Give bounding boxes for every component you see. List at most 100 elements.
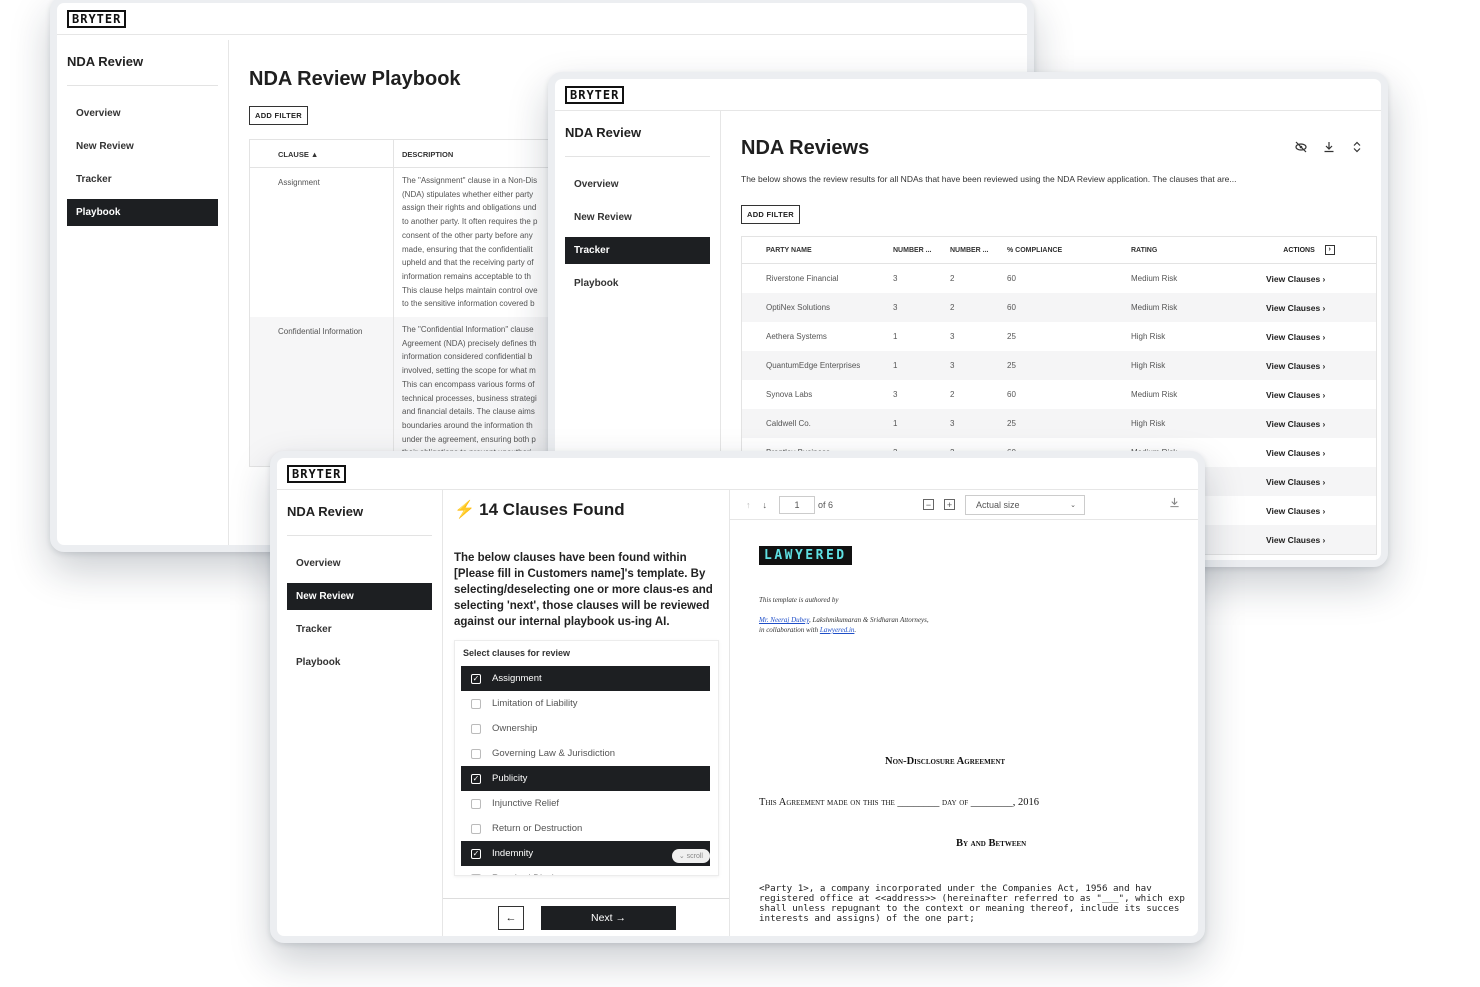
table-row[interactable]: Confidential Information The "Confidenti…: [250, 317, 578, 467]
author-link[interactable]: Mr. Neeraj Dubey: [759, 616, 809, 624]
party-paragraph: <Party 1>, a company incorporated under …: [759, 884, 1198, 924]
view-clauses-link[interactable]: View Clauses ›: [1242, 361, 1376, 371]
checkbox-checked-icon[interactable]: ✓: [471, 673, 481, 684]
col-party-name[interactable]: PARTY NAME: [742, 247, 885, 254]
nav-overview[interactable]: Overview: [565, 171, 710, 198]
nav-tracker[interactable]: Tracker: [565, 237, 710, 264]
top-bar: BRYTER: [555, 79, 1381, 111]
nav-new-review[interactable]: New Review: [67, 133, 218, 160]
checkbox-checked-icon[interactable]: ✓: [471, 773, 481, 784]
clause-option[interactable]: ✓ Assignment: [461, 666, 710, 691]
col-description[interactable]: DESCRIPTION: [394, 140, 453, 167]
col-compliance[interactable]: % COMPLIANCE: [999, 247, 1123, 254]
scroll-hint[interactable]: ⌄ scroll: [671, 849, 710, 863]
clause-option[interactable]: Limitation of Liability: [461, 691, 710, 716]
text-line: interests and assigns) of the one part;: [759, 913, 975, 924]
clause-option[interactable]: Return or Destruction: [461, 816, 710, 841]
view-clauses-link[interactable]: View Clauses ›: [1242, 332, 1376, 342]
zoom-select[interactable]: Actual size ⌄: [965, 494, 1086, 515]
checkbox-icon[interactable]: [471, 723, 481, 734]
lawyered-logo: LAWYERED: [759, 546, 852, 565]
clause-option[interactable]: Required Disclosure: [461, 866, 710, 875]
view-clauses-link[interactable]: View Clauses ›: [1242, 535, 1376, 545]
table-row[interactable]: Caldwell Co. 1 3 25 High Risk View Clauses ›: [742, 409, 1376, 438]
clause-selection-panel: ⚡ 14 Clauses Found The below clauses have…: [443, 490, 730, 936]
view-clauses-link[interactable]: View Clauses ›: [1242, 477, 1376, 487]
document-title: Non-Disclosure Agreement: [885, 756, 1006, 767]
nav-new-review[interactable]: New Review: [565, 204, 710, 231]
collab-text: in collaboration with: [759, 626, 820, 634]
checkbox-icon[interactable]: [471, 698, 481, 709]
zoom-in-icon[interactable]: +: [944, 499, 956, 510]
prev-page-icon[interactable]: ↑: [746, 500, 751, 510]
rating-cell: Medium Risk: [1131, 390, 1178, 399]
checkbox-icon[interactable]: [471, 873, 481, 875]
clause-option[interactable]: Injunctive Relief: [461, 791, 710, 816]
toolbar: [1295, 141, 1363, 156]
panel-toggle-icon[interactable]: ›: [1324, 245, 1335, 255]
zoom-out-icon[interactable]: −: [923, 499, 935, 510]
clause-label: Publicity: [492, 773, 528, 784]
clause-option[interactable]: ✓ Publicity: [461, 766, 710, 791]
nav-new-review[interactable]: New Review: [287, 583, 432, 610]
rating-cell: High Risk: [1131, 361, 1166, 370]
number-2-cell: 2: [950, 274, 955, 283]
next-button[interactable]: Next →: [541, 905, 676, 930]
nav-tracker[interactable]: Tracker: [287, 616, 432, 643]
number-2-cell: 3: [950, 419, 955, 428]
view-clauses-link[interactable]: View Clauses ›: [1242, 419, 1376, 429]
download-icon[interactable]: [1169, 497, 1180, 510]
table-header: PARTY NAME NUMBER ... NUMBER ... % COMPL…: [742, 237, 1376, 264]
expand-icon[interactable]: [1351, 141, 1363, 156]
col-number-2[interactable]: NUMBER ...: [942, 247, 999, 254]
nav-playbook[interactable]: Playbook: [565, 270, 710, 297]
number-2-cell: 3: [950, 361, 955, 370]
next-page-icon[interactable]: ↓: [763, 500, 768, 510]
compliance-cell: 25: [1007, 419, 1016, 428]
page-title: NDA Reviews: [741, 137, 870, 159]
rating-cell: Medium Risk: [1131, 274, 1178, 283]
checkbox-icon[interactable]: [471, 823, 481, 834]
party-name-cell: OptiNex Solutions: [766, 303, 831, 312]
top-bar: BRYTER: [277, 458, 1198, 490]
nav-overview[interactable]: Overview: [287, 550, 432, 577]
lawyered-link[interactable]: Lawyered.in: [820, 626, 855, 634]
table-row[interactable]: Riverstone Financial 3 2 60 Medium Risk View …: [742, 264, 1376, 293]
clause-option[interactable]: Governing Law & Jurisdiction: [461, 741, 710, 766]
checkbox-icon[interactable]: [471, 748, 481, 759]
nav-tracker[interactable]: Tracker: [67, 166, 218, 193]
hide-columns-icon[interactable]: [1295, 141, 1307, 156]
view-clauses-link[interactable]: View Clauses ›: [1242, 390, 1376, 400]
col-clause[interactable]: CLAUSE ▲: [250, 140, 394, 167]
table-row[interactable]: Synova Labs 3 2 60 Medium Risk View Clauses ›: [742, 380, 1376, 409]
col-actions[interactable]: ACTIONS ›: [1242, 245, 1376, 255]
sidebar: NDA Review Overview New Review Tracker P…: [57, 40, 229, 545]
table-row[interactable]: QuantumEdge Enterprises 1 3 25 High Risk View…: [742, 351, 1376, 380]
checkbox-icon[interactable]: [471, 798, 481, 809]
nav-playbook[interactable]: Playbook: [67, 199, 218, 226]
clause-option[interactable]: Ownership: [461, 716, 710, 741]
col-number-1[interactable]: NUMBER ...: [885, 247, 942, 254]
add-filter-button[interactable]: ADD FILTER: [249, 106, 309, 125]
table-row[interactable]: OptiNex Solutions 3 2 60 Medium Risk View Cla…: [742, 293, 1376, 322]
back-button[interactable]: ←: [498, 905, 524, 930]
nav-overview[interactable]: Overview: [67, 100, 218, 127]
party-name-cell: Riverstone Financial: [766, 274, 839, 283]
party-name-cell: QuantumEdge Enterprises: [766, 361, 861, 370]
nav-playbook[interactable]: Playbook: [287, 649, 432, 676]
rating-cell: High Risk: [1131, 332, 1166, 341]
view-clauses-link[interactable]: View Clauses ›: [1242, 506, 1376, 516]
zoom-value: Actual size: [976, 499, 1020, 510]
table-row[interactable]: Aethera Systems 1 3 25 High Risk View Clauses…: [742, 322, 1376, 351]
checkbox-checked-icon[interactable]: ✓: [471, 848, 481, 859]
action-bar: ← Next →: [443, 898, 729, 936]
view-clauses-link[interactable]: View Clauses ›: [1242, 274, 1376, 284]
view-clauses-link[interactable]: View Clauses ›: [1242, 303, 1376, 313]
view-clauses-link[interactable]: View Clauses ›: [1242, 448, 1376, 458]
number-1-cell: 1: [893, 419, 898, 428]
page-number-input[interactable]: 1: [779, 495, 815, 514]
table-row[interactable]: Assignment The "Assignment" clause in a …: [250, 168, 578, 318]
add-filter-button[interactable]: ADD FILTER: [741, 205, 801, 224]
download-icon[interactable]: [1323, 141, 1335, 156]
col-rating[interactable]: RATING: [1123, 247, 1242, 254]
